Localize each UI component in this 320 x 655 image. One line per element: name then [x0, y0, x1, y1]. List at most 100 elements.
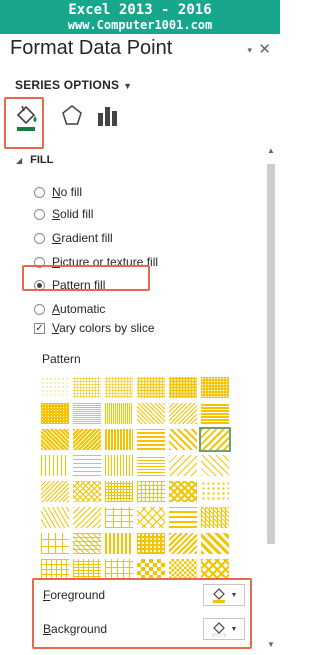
foreground-label: Foreground: [43, 588, 106, 602]
pattern-swatch[interactable]: [73, 403, 101, 424]
tab-fill-line[interactable]: [6, 96, 46, 140]
pattern-gallery: [41, 377, 231, 580]
vary-colors-checkbox[interactable]: ✓ Vary colors by slice: [34, 318, 155, 338]
pattern-swatch[interactable]: [169, 507, 197, 528]
background-color-button[interactable]: ▼: [203, 618, 245, 640]
dropdown-arrow-icon: ▼: [230, 625, 238, 633]
pattern-swatch[interactable]: [73, 455, 101, 476]
pattern-swatch[interactable]: [41, 507, 69, 528]
banner-url: www.Computer1001.com: [67, 18, 213, 32]
pane-title: Format Data Point: [10, 37, 173, 59]
pattern-swatch[interactable]: [169, 481, 197, 502]
radio-label: Gradient fill: [52, 231, 113, 245]
pattern-swatch[interactable]: [137, 481, 165, 502]
radio-label: Solid fill: [52, 207, 94, 221]
pattern-swatch[interactable]: [201, 481, 229, 502]
pattern-swatch[interactable]: [105, 455, 133, 476]
pattern-swatch[interactable]: [73, 559, 101, 580]
pattern-swatch[interactable]: [201, 559, 229, 580]
pattern-swatch[interactable]: [201, 507, 229, 528]
pentagon-icon: [62, 105, 82, 125]
radio-circle: [34, 303, 45, 315]
paint-bucket-icon: [212, 622, 225, 637]
pattern-swatch[interactable]: [105, 403, 133, 424]
pattern-swatch[interactable]: [41, 403, 69, 424]
pattern-swatch[interactable]: [169, 455, 197, 476]
foreground-color-button[interactable]: ▼: [203, 584, 245, 606]
radio-picture-or-texture-fill[interactable]: Picture or texture fill: [34, 252, 158, 272]
series-options-dropdown[interactable]: SERIES OPTIONS ▼: [15, 78, 132, 92]
pattern-swatch[interactable]: [137, 429, 165, 450]
pattern-swatch[interactable]: [169, 533, 197, 554]
radio-circle: [34, 232, 45, 244]
pattern-swatch[interactable]: [201, 377, 229, 398]
close-icon[interactable]: ✕: [258, 40, 271, 58]
pattern-swatch[interactable]: [41, 455, 69, 476]
pane-options-chevron-icon[interactable]: ▾: [247, 45, 252, 56]
pattern-swatch[interactable]: [105, 559, 133, 580]
pattern-swatch[interactable]: [137, 533, 165, 554]
pattern-swatch[interactable]: [41, 377, 69, 398]
banner-title: Excel 2013 - 2016: [68, 2, 212, 18]
radio-label: Automatic: [52, 302, 106, 316]
series-options-label: SERIES OPTIONS: [15, 78, 120, 92]
radio-label: Pattern fill: [52, 278, 106, 292]
collapse-triangle-icon: ◢: [16, 156, 23, 165]
pattern-swatch[interactable]: [41, 559, 69, 580]
pattern-swatch[interactable]: [169, 429, 197, 450]
radio-circle: [34, 256, 45, 268]
pattern-swatch[interactable]: [199, 427, 231, 452]
pane-header: Format Data Point ▾ ✕: [0, 34, 280, 68]
radio-pattern-fill[interactable]: Pattern fill: [34, 275, 105, 295]
pane-content: ◢ FILL No fill Solid fill Gradient fill Pict…: [0, 142, 262, 655]
background-label: Background: [43, 622, 108, 636]
pattern-swatch[interactable]: [105, 377, 133, 398]
pattern-swatch[interactable]: [105, 429, 133, 450]
pattern-swatch[interactable]: [73, 429, 101, 450]
scroll-thumb[interactable]: [267, 164, 275, 544]
pattern-swatch[interactable]: [73, 533, 101, 554]
pattern-swatch[interactable]: [201, 533, 229, 554]
pattern-swatch[interactable]: [137, 507, 165, 528]
radio-label: No fill: [52, 185, 83, 199]
pattern-swatch[interactable]: [169, 377, 197, 398]
pattern-swatch[interactable]: [73, 481, 101, 502]
pattern-swatch[interactable]: [201, 455, 229, 476]
pattern-swatch[interactable]: [137, 403, 165, 424]
bar-chart-icon: [98, 107, 117, 126]
radio-no-fill[interactable]: No fill: [34, 182, 82, 202]
pattern-swatch[interactable]: [41, 533, 69, 554]
radio-circle: [34, 186, 45, 198]
paint-bucket-icon: [212, 588, 225, 603]
tutorial-banner: Excel 2013 - 2016 www.Computer1001.com: [0, 0, 280, 34]
scrollbar[interactable]: ▲ ▼: [263, 142, 280, 655]
pattern-label: Pattern: [42, 352, 81, 366]
pattern-swatch[interactable]: [73, 507, 101, 528]
pattern-swatch[interactable]: [201, 403, 229, 424]
pattern-swatch[interactable]: [105, 533, 133, 554]
pattern-swatch[interactable]: [137, 455, 165, 476]
radio-circle: [34, 279, 45, 291]
pattern-swatch[interactable]: [105, 481, 133, 502]
pattern-swatch[interactable]: [73, 377, 101, 398]
pattern-swatch[interactable]: [137, 559, 165, 580]
pattern-swatch[interactable]: [41, 481, 69, 502]
fill-section-header[interactable]: ◢ FILL: [16, 154, 53, 166]
paint-bucket-icon: [16, 105, 37, 131]
radio-solid-fill[interactable]: Solid fill: [34, 204, 93, 224]
radio-circle: [34, 208, 45, 220]
pattern-swatch[interactable]: [41, 429, 69, 450]
radio-automatic[interactable]: Automatic: [34, 299, 105, 319]
pattern-swatch[interactable]: [169, 559, 197, 580]
radio-label: Picture or texture fill: [52, 255, 159, 269]
dropdown-caret-icon: ▼: [123, 81, 133, 91]
tab-effects[interactable]: [52, 96, 92, 140]
category-tabs: [0, 96, 280, 140]
pattern-swatch[interactable]: [137, 377, 165, 398]
radio-gradient-fill[interactable]: Gradient fill: [34, 228, 113, 248]
pattern-swatch[interactable]: [169, 403, 197, 424]
pattern-swatch[interactable]: [105, 507, 133, 528]
scroll-down-icon[interactable]: ▼: [267, 640, 275, 649]
tab-series-options[interactable]: [88, 96, 128, 140]
scroll-up-icon[interactable]: ▲: [267, 146, 275, 155]
